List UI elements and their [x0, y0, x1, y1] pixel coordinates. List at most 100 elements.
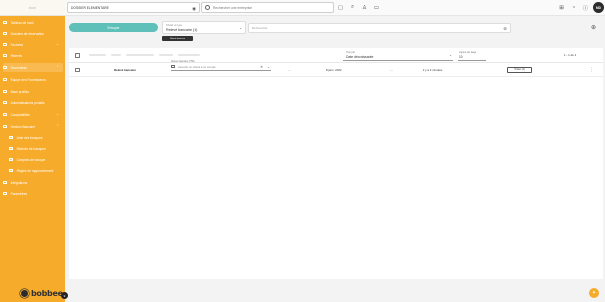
accounting-icon [3, 112, 7, 117]
sidebar-item-intégrations[interactable]: Intégrations [3, 178, 63, 187]
empty-cell: — [288, 68, 291, 72]
sidebar-item-équipe-des-fournisseurs[interactable]: Équipe des Fournisseurs [3, 75, 63, 84]
automation-icon [3, 100, 7, 105]
header-placeholder [159, 54, 173, 56]
sidebar-item-comptes-de-banque[interactable]: Comptes de banque [9, 155, 63, 164]
sidebar-item-label: Base profiles [10, 89, 30, 94]
sidebar-item-label: Gestion Bancaire [10, 124, 36, 129]
company-search-input[interactable]: Rechercher une entreprise [201, 2, 334, 13]
sort-select[interactable]: Trier par Date décroissante ⌄ [343, 50, 453, 61]
sidebar-logo[interactable]: lrcon [0, 0, 65, 16]
company-search-placeholder: Rechercher une entreprise [213, 5, 253, 10]
chat-icon[interactable]: ▭ [373, 4, 380, 11]
brand-logo[interactable]: bobbee [20, 289, 63, 298]
process-button[interactable]: Traiter (2) [507, 66, 532, 73]
sidebar-item-label: Comptes de banque [16, 157, 46, 162]
sidebar-item-base-profiles[interactable]: Base profiles [3, 87, 63, 96]
search-icon: ⊗ [503, 25, 507, 31]
send-button[interactable]: Envoyer [69, 23, 158, 32]
sidebar-item-relevés[interactable]: Relevés [3, 51, 63, 60]
account-select-field[interactable]: Associer un relevé à un compte ✕ ⌄ [171, 64, 271, 71]
row-checkbox[interactable] [75, 67, 80, 72]
clear-icon[interactable]: ✕ [260, 65, 263, 69]
sidebar-item-relevés-de-banques[interactable]: Relevés de banques [9, 144, 63, 153]
select-all-checkbox[interactable] [75, 53, 80, 58]
info-icon[interactable]: ⓘ [582, 4, 589, 12]
sidebar-item-tableau-de-bord[interactable]: Tableau de bord [3, 18, 63, 27]
document-name[interactable]: Relevé bancaire [114, 68, 136, 72]
bank-subitem-icon [9, 168, 13, 173]
more-icon[interactable]: ⋮ [589, 67, 594, 73]
sidebar-item-liste-des-banques[interactable]: Liste des banques [9, 133, 63, 142]
account-association-select[interactable]: Relevé bancaire (756) Associer un relevé… [169, 60, 274, 74]
sidebar-item-label: Intégrations [10, 180, 28, 185]
sidebar-item-label: Relevés de banques [16, 146, 46, 151]
table-header: Trier par Date décroissante ⌄ Lignes par… [69, 48, 603, 63]
sidebar-item-label: Liste des banques [16, 135, 43, 140]
sidebar-item-label: Factures [10, 42, 23, 47]
search-icon[interactable]: ⌕ [349, 4, 356, 11]
eye-icon[interactable]: ◉ [192, 6, 196, 12]
pagination-text: 1 - 1 de 1 [564, 53, 577, 57]
bank-subitem-icon [9, 146, 13, 151]
sort-value: Date décroissante [346, 54, 374, 59]
empty-cell: — [390, 68, 393, 72]
dossier-selector[interactable]: DOSSIER ELEMENTARE ◉ [67, 2, 200, 13]
tooltip: Relevé bancaire [162, 36, 193, 41]
sidebar-item-label: Équipe des Fournisseurs [10, 77, 46, 82]
sidebar-item-gestion-bancaire[interactable]: Gestion Bancaire ⌃ [3, 122, 63, 131]
dossier-value: DOSSIER ELEMENTARE [71, 5, 109, 10]
chevron-down-icon: ⌄ [449, 53, 452, 57]
invoice-icon [3, 42, 7, 47]
help-icon[interactable]: ⊕ [590, 24, 597, 31]
header-placeholder [89, 54, 106, 56]
bell-icon[interactable]: ◔ [570, 4, 577, 11]
top-bar: DOSSIER ELEMENTARE ◉ Rechercher une entr… [65, 0, 605, 16]
sidebar-item-paramètres[interactable]: Paramètres [3, 189, 63, 198]
rows-per-page-select[interactable]: Lignes par page 10 [458, 50, 486, 61]
document-date: 8 janv. 2022 [326, 68, 342, 72]
sidebar-item-label: Paramètres [10, 191, 28, 196]
type-select-label: Choisir un type [166, 23, 182, 27]
team-icon [3, 77, 7, 82]
type-select[interactable]: Choisir un type Relevé bancaire (1) ⌄ [162, 21, 246, 34]
user-icon[interactable]: ♙ [361, 4, 368, 11]
header-placeholder [126, 54, 154, 56]
sidebar-item-automatisations-portails[interactable]: Automatisations portails [3, 98, 63, 107]
document-search-input[interactable]: Rechercher ⊗ [248, 23, 511, 33]
chevron-down-icon: ⌄ [239, 26, 242, 30]
sidebar-item-factures[interactable]: Factures ⌄ [3, 40, 63, 49]
rows-per-page-label: Lignes par page [459, 50, 477, 54]
chevron-icon[interactable]: ⌃ [56, 65, 59, 69]
chevron-icon[interactable]: ⌄ [56, 42, 59, 46]
notification-badge[interactable]: 9 [61, 292, 68, 299]
document-icon[interactable]: ▢ [337, 4, 344, 11]
rows-per-page-value: 10 [459, 55, 463, 59]
header-placeholder [178, 54, 200, 56]
sidebar-item-label: Automatisations portails [10, 100, 45, 105]
report-icon [3, 53, 7, 58]
brand-name: bobbee [31, 289, 63, 298]
search-icon [205, 5, 210, 10]
bee-icon [20, 289, 29, 298]
chevron-icon[interactable]: ⌃ [56, 124, 59, 128]
sidebar-item-comptabilités[interactable]: Comptabilités ⌄ [3, 110, 63, 119]
settings-icon [3, 191, 7, 196]
bank-subitem-icon [9, 135, 13, 140]
folder-icon [171, 64, 175, 69]
sidebar-item-documents[interactable]: Documents ⌃ [3, 63, 63, 72]
sidebar: lrcon Tableau de bord Dossiers de réserva… [0, 0, 65, 302]
chevron-icon[interactable]: ⌄ [56, 112, 59, 116]
grid-icon[interactable]: ⊞ [558, 4, 565, 11]
avatar[interactable]: MD [593, 2, 604, 13]
table-row[interactable]: Relevé bancaire Relevé bancaire (756) As… [69, 60, 603, 77]
sidebar-item-dossiers-de-réservation[interactable]: Dossiers de réservation [3, 29, 63, 38]
dashboard-icon [3, 20, 7, 25]
chat-icon[interactable]: ✦ [589, 288, 599, 298]
sidebar-item-label: Comptabilités [10, 112, 30, 117]
sort-label: Trier par [346, 50, 355, 54]
chevron-down-icon[interactable]: ⌄ [267, 65, 270, 69]
sidebar-item-règles-de-rapprochement[interactable]: Règles de rapprochement [9, 166, 63, 175]
profile-icon [3, 89, 7, 94]
document-search-placeholder: Rechercher [252, 26, 268, 30]
